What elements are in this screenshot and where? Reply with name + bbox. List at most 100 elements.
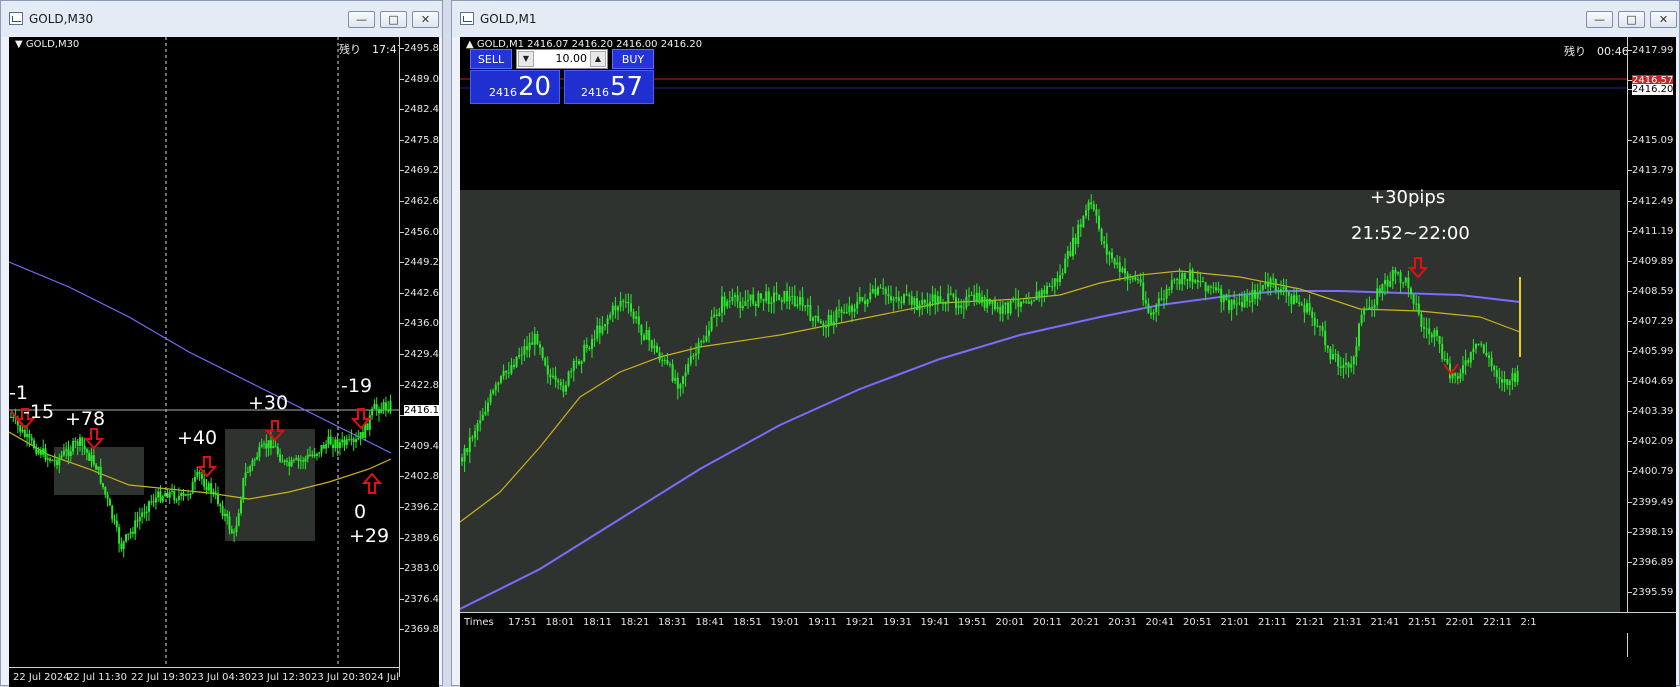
candle-body: [799, 297, 801, 305]
candle-body: [804, 305, 807, 307]
lot-size-input[interactable]: 10.00: [535, 52, 588, 65]
candle-body: [1165, 288, 1168, 299]
candle-body: [173, 490, 176, 500]
lot-increase-button[interactable]: ▲: [590, 51, 606, 67]
right-time-axis[interactable]: Times 17:51 18:01 18:11 18:21 18:31 18:41 18:51…: [460, 612, 1676, 633]
candle-body: [741, 305, 744, 309]
price-tick-label: 2403.39: [1632, 406, 1674, 418]
candle-body: [1360, 314, 1363, 324]
minimize-button[interactable]: —: [348, 11, 375, 28]
sell-price-button[interactable]: 2416 20: [470, 70, 560, 104]
maximize-button[interactable]: □: [1618, 11, 1645, 28]
candle-body: [1342, 364, 1345, 368]
price-tick-label: 2407.29: [1632, 315, 1674, 327]
candle-body: [364, 423, 367, 438]
candle-body: [1459, 373, 1462, 379]
candle-body: [322, 445, 325, 449]
candle-body: [150, 501, 153, 503]
right-chart-window[interactable]: GOLD,M1 — □ ✕ ▲ GOLD,M1 2416.07 2416.20 …: [451, 0, 1680, 687]
close-button[interactable]: ✕: [412, 11, 439, 28]
candle-body: [754, 303, 757, 307]
left-time-axis[interactable]: 22 Jul 2024 22 Jul 11:30 22 Jul 19:30 23 Ju…: [9, 667, 399, 687]
candle-body: [28, 433, 31, 438]
candle-body: [656, 345, 658, 353]
candle-body: [235, 525, 238, 533]
maximize-button[interactable]: □: [380, 11, 407, 28]
candle-body: [1376, 288, 1379, 305]
sell-button[interactable]: SELL: [470, 49, 512, 69]
candle-body: [1368, 306, 1371, 310]
candle-body: [1384, 280, 1386, 285]
dropdown-triangle-icon[interactable]: ▼: [15, 39, 26, 50]
left-price-axis[interactable]: 2495.83 2489.03 2482.43 2475.83 2469.23 2462.…: [399, 37, 439, 677]
left-price-plot[interactable]: [9, 37, 399, 677]
right-price-plot[interactable]: [460, 37, 1627, 657]
candle-body: [350, 438, 353, 440]
left-titlebar[interactable]: GOLD,M30 — □ ✕: [1, 1, 442, 37]
lot-size-stepper[interactable]: ▼ 10.00 ▲: [516, 49, 608, 69]
candle-body: [1116, 262, 1119, 265]
candle-body: [887, 294, 890, 297]
candle-body: [81, 437, 84, 446]
candle-body: [635, 316, 638, 319]
candle-body: [1155, 304, 1158, 313]
maximize-icon: □: [388, 13, 399, 26]
close-button[interactable]: ✕: [1650, 11, 1677, 28]
right-titlebar[interactable]: GOLD,M1 — □ ✕: [452, 1, 1679, 37]
candle-body: [507, 372, 510, 374]
candle-body: [182, 492, 185, 496]
price-tick-label: 2436.03: [404, 318, 439, 330]
candle-body: [775, 292, 778, 295]
left-remaining-time: 残り 17:47: [339, 43, 404, 56]
candle-body: [1514, 373, 1516, 383]
left-chart-area[interactable]: ▼ GOLD,M30 残り 17:47 2495.83 2489.03 2482.4…: [9, 37, 439, 687]
time-tick-label: 18:41: [695, 617, 725, 628]
candle-body: [1441, 344, 1444, 360]
left-symbol-label: ▼ GOLD,M30: [15, 39, 80, 50]
candle-body: [1142, 282, 1145, 301]
candle-body: [1475, 343, 1477, 349]
candle-body: [269, 440, 272, 449]
candle-body: [541, 347, 544, 359]
buy-price-button[interactable]: 2416 57: [564, 70, 654, 104]
candle-body: [968, 295, 970, 297]
candle-body: [1025, 301, 1028, 303]
time-tick-label: 18:51: [733, 617, 762, 628]
candle-body: [1410, 288, 1412, 295]
candle-body: [1217, 288, 1220, 291]
candle-body: [79, 437, 81, 446]
time-tick-label: 23 Jul 04:30: [191, 672, 251, 683]
candle-body: [796, 304, 799, 307]
candle-body: [957, 305, 960, 309]
candle-body: [152, 501, 155, 503]
candle-body: [624, 301, 627, 303]
candle-body: [960, 305, 963, 308]
candle-body: [934, 294, 937, 305]
candle-body: [175, 499, 178, 501]
candle-body: [92, 455, 95, 465]
lot-decrease-button[interactable]: ▼: [518, 51, 534, 67]
price-tick-label: 2396.89: [1632, 556, 1674, 568]
candle-body: [843, 312, 846, 314]
candle-body: [290, 459, 293, 467]
candle-body: [1098, 215, 1100, 230]
candle-body: [468, 437, 471, 453]
candle-body: [1334, 353, 1337, 355]
one-click-trading-panel[interactable]: SELL ▼ 10.00 ▲ BUY 2416 20 2416 57: [470, 49, 654, 105]
candle-body: [387, 409, 390, 412]
buy-button[interactable]: BUY: [612, 49, 654, 69]
right-chart-area[interactable]: ▲ GOLD,M1 2416.07 2416.20 2416.00 2416.2…: [460, 37, 1676, 687]
candle-body: [570, 370, 573, 372]
candle-body: [1267, 281, 1269, 287]
candle-body: [1391, 270, 1394, 282]
candle-body: [973, 294, 976, 302]
candle-body: [1196, 280, 1199, 283]
candle-body: [523, 346, 526, 355]
right-price-axis[interactable]: 2417.99 2416.57 2416.20 2415.09 2413.79 2412.…: [1627, 37, 1676, 657]
candle-body: [1092, 204, 1095, 210]
candle-body: [1001, 304, 1004, 314]
price-tick-label: 2415.09: [1632, 135, 1674, 147]
left-chart-window[interactable]: GOLD,M30 — □ ✕ ▼ GOLD,M30 残り 17:47 2495.…: [0, 0, 443, 687]
minimize-button[interactable]: —: [1586, 11, 1613, 28]
candle-body: [622, 300, 625, 302]
